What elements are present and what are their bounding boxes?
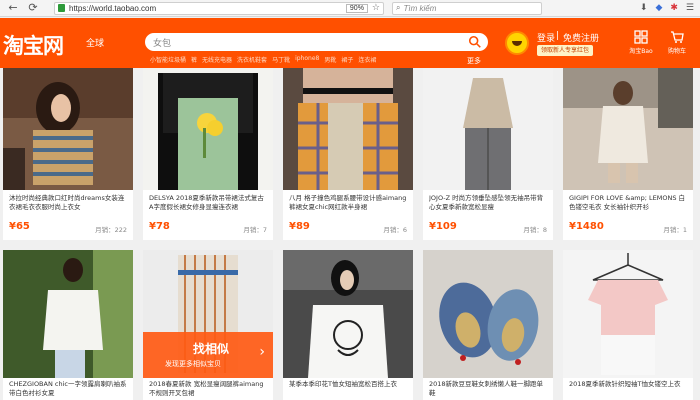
product-title[interactable]: 2018春夏新款 宽松显瘦阔腿裤aimang不规则开叉包裙 xyxy=(149,380,267,398)
product-sales: 月销：7 xyxy=(243,226,267,234)
hot-word-link[interactable]: 无线充电器 xyxy=(202,55,232,64)
cart-button[interactable]: 购物车 xyxy=(664,30,690,55)
taobao-logo[interactable]: 淘宝网 xyxy=(3,30,64,60)
more-link[interactable]: 更多 xyxy=(467,56,481,66)
hot-word-link[interactable]: 连衣裙 xyxy=(358,55,376,64)
search-icon[interactable] xyxy=(468,35,482,49)
product-price: ¥89 xyxy=(289,221,310,232)
product-sales: 月销：8 xyxy=(523,226,547,234)
product-image xyxy=(3,68,133,190)
url-bar[interactable]: https://world.taobao.com 90% ☆ xyxy=(54,1,384,15)
product-image xyxy=(423,68,553,190)
hot-words: 小智能垃圾桶裤无线充电器 洗衣机鞋套 马丁靴 iphone8 男靴 裙子 连衣裙 xyxy=(150,55,376,64)
register-link[interactable]: 免费注册 xyxy=(563,31,599,44)
product-title[interactable]: GIGIPI FOR LOVE &amp; LEMONS 白色镂空毛衣 女长袖针… xyxy=(569,194,687,212)
product-sales: 月销：1 xyxy=(663,226,687,234)
product-title[interactable]: 八月 格子撞色鸡腿系腰带设计感aimang裤裙女夏chic网红款半身裙 xyxy=(289,194,407,212)
separator: | xyxy=(556,31,560,41)
product-sales: 月销：6 xyxy=(383,226,407,234)
logo-subtitle: 全球 xyxy=(86,39,105,49)
product-title[interactable]: 2018新款豆豆鞋女刺绣懒人鞋一脚蹬单鞋 xyxy=(429,380,547,398)
product-image xyxy=(423,250,553,378)
hot-word-link[interactable]: 男靴 xyxy=(324,55,336,64)
product-title[interactable]: JOJO-Z 时尚方领垂坠感坠领无袖吊带背心女夏季新款宽松显瘦 xyxy=(429,194,547,212)
product-card[interactable]: 沐拉时尚经典款口红时尚dreams女装连衣裙毛衣衣服时尚上衣女 ¥65 月销：2… xyxy=(3,68,133,240)
mascot-avatar[interactable] xyxy=(505,31,529,55)
product-card[interactable]: DELSYA 2018夏季新款吊带裙法式复古A字度假长裙女修身显瘦连衣裙 ¥78… xyxy=(143,68,273,240)
product-title[interactable]: DELSYA 2018夏季新款吊带裙法式复古A字度假长裙女修身显瘦连衣裙 xyxy=(149,194,267,212)
taobao-app-button[interactable]: 淘宝Bao xyxy=(628,30,654,55)
product-price: ¥1480 xyxy=(569,221,604,232)
product-price: ¥78 xyxy=(149,221,170,232)
bookmark-star-icon[interactable]: ☆ xyxy=(372,3,380,13)
hot-word-link[interactable]: 小智能垃圾桶 xyxy=(150,55,186,64)
hot-word-link[interactable]: 裙子 xyxy=(341,55,353,64)
shield-icon[interactable]: ◆ xyxy=(655,3,662,13)
product-title[interactable]: 某季本季印花T恤女短袖宽松百搭上衣 xyxy=(289,380,407,389)
product-price: ¥109 xyxy=(429,221,457,232)
taobao-app-label: 淘宝Bao xyxy=(629,48,653,55)
hot-word-link[interactable]: iphone8 xyxy=(295,55,319,64)
search-placeholder: 女包 xyxy=(153,39,172,49)
search-input[interactable]: 女包 xyxy=(143,31,490,53)
product-image xyxy=(563,68,693,190)
site-header: 淘宝网 全球 女包 小智能垃圾桶裤无线充电器 洗衣机鞋套 马丁靴 iphone8 男靴裙… xyxy=(0,18,700,68)
product-image xyxy=(143,68,273,190)
zoom-level[interactable]: 90% xyxy=(345,3,368,13)
product-card[interactable]: 某季本季印花T恤女短袖宽松百搭上衣 xyxy=(283,250,413,400)
browser-toolbar: ← ⟳ https://world.taobao.com 90% ☆ ⌕ Tìm… xyxy=(0,0,700,17)
product-image xyxy=(3,250,133,378)
product-sales: 月销：222 xyxy=(95,226,127,234)
find-similar-overlay[interactable]: 找相似 发现更多相似宝贝 › xyxy=(143,332,273,378)
product-image xyxy=(283,250,413,378)
product-title[interactable]: 沐拉时尚经典款口红时尚dreams女装连衣裙毛衣衣服时尚上衣女 xyxy=(9,194,127,212)
browser-search-field[interactable]: ⌕ Tìm kiếm xyxy=(392,1,542,15)
lock-icon xyxy=(58,4,65,12)
product-title[interactable]: CHEZGIOBAN chic一字领露肩喇叭袖系带白色衬衫女夏 xyxy=(9,380,127,398)
product-image xyxy=(563,250,693,378)
product-grid: 沐拉时尚经典款口红时尚dreams女装连衣裙毛衣衣服时尚上衣女 ¥65 月销：2… xyxy=(0,68,700,400)
menu-icon[interactable]: ☰ xyxy=(686,3,694,13)
product-card[interactable]: 找相似 发现更多相似宝贝 › 2018春夏新款 宽松显瘦阔腿裤aimang不规则… xyxy=(143,250,273,400)
product-price: ¥65 xyxy=(9,221,30,232)
login-link[interactable]: 登录 xyxy=(537,31,555,44)
extension-icon[interactable]: ✱ xyxy=(670,3,678,13)
cart-icon xyxy=(671,31,684,43)
find-similar-title[interactable]: 找相似 xyxy=(193,340,229,357)
product-card[interactable]: CHEZGIOBAN chic一字领露肩喇叭袖系带白色衬衫女夏 xyxy=(3,250,133,400)
coupon-button[interactable]: 领取新人专享红包 xyxy=(537,45,594,56)
back-icon[interactable]: ← xyxy=(6,1,20,15)
product-image xyxy=(283,68,413,190)
browser-search-placeholder: Tìm kiếm xyxy=(403,3,437,13)
url-text[interactable]: https://world.taobao.com xyxy=(69,4,346,13)
hot-word-link[interactable]: 裤 xyxy=(191,55,197,64)
product-card[interactable]: 2018夏季新款针织短袖T恤女镂空上衣 xyxy=(563,250,693,400)
product-card[interactable]: JOJO-Z 时尚方领垂坠感坠领无袖吊带背心女夏季新款宽松显瘦 ¥109 月销：… xyxy=(423,68,553,240)
refresh-icon[interactable]: ⟳ xyxy=(26,1,40,15)
grid-icon xyxy=(634,30,648,44)
cart-label: 购物车 xyxy=(667,48,686,55)
product-title[interactable]: 2018夏季新款针织短袖T恤女镂空上衣 xyxy=(569,380,687,389)
product-card[interactable]: 2018新款豆豆鞋女刺绣懒人鞋一脚蹬单鞋 xyxy=(423,250,553,400)
product-card[interactable]: GIGIPI FOR LOVE &amp; LEMONS 白色镂空毛衣 女长袖针… xyxy=(563,68,693,240)
download-icon[interactable]: ⬇ xyxy=(640,3,648,13)
hot-word-link[interactable]: 洗衣机鞋套 xyxy=(237,55,267,64)
chevron-right-icon[interactable]: › xyxy=(259,344,265,360)
hot-word-link[interactable]: 马丁靴 xyxy=(272,55,290,64)
find-similar-subtitle: 发现更多相似宝贝 xyxy=(165,360,221,368)
product-card[interactable]: 八月 格子撞色鸡腿系腰带设计感aimang裤裙女夏chic网红款半身裙 ¥89 … xyxy=(283,68,413,240)
search-icon: ⌕ xyxy=(396,3,401,12)
